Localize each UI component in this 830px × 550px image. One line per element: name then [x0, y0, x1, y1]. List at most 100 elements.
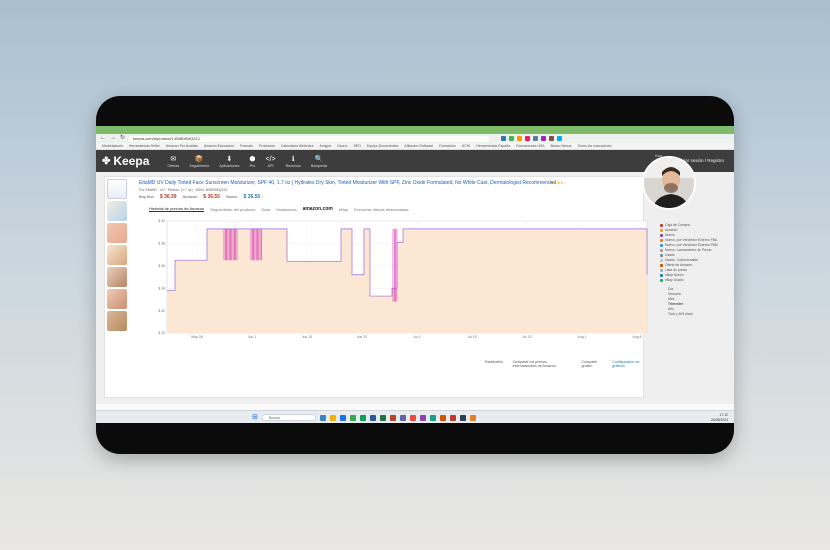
- legend-swatch: [660, 279, 663, 282]
- extension-icon[interactable]: [557, 136, 563, 141]
- taskbar-clock[interactable]: 17:12 26/08/2024: [711, 413, 728, 422]
- keepa-nav-item[interactable]: ⬇ Aplicaciones: [219, 155, 239, 168]
- app-icon[interactable]: [389, 414, 396, 421]
- product-thumbnail[interactable]: [107, 289, 127, 309]
- chart-settings-link[interactable]: Configuración de gráficos: [612, 360, 643, 368]
- bookmark-item[interactable]: Formación: [439, 144, 456, 148]
- extension-icon[interactable]: [525, 136, 531, 141]
- chart-tabs: Historial de precios de Amazon Seguimient…: [149, 206, 408, 212]
- browser-tab-bar[interactable]: [96, 126, 734, 134]
- keepa-nav-item[interactable]: ⬢ Pro: [249, 155, 255, 168]
- product-title[interactable]: EltaMD UV Daily Tinted Face Sunscreen Mo…: [139, 180, 619, 186]
- taskbar-search[interactable]: Buscar: [261, 414, 316, 421]
- keepa-nav-label: Búsqueda: [310, 163, 328, 168]
- keepa-nav-item[interactable]: 📦 Seguimiento: [189, 155, 209, 168]
- bookmark-item[interactable]: Marketplaces: [102, 144, 123, 148]
- app-icon[interactable]: [399, 414, 406, 421]
- legend-swatch: [660, 239, 663, 242]
- bookmark-item[interactable]: Amazon Educacion: [204, 144, 234, 148]
- app-icon[interactable]: [429, 414, 436, 421]
- product-thumbnails: [107, 179, 129, 333]
- forward-icon[interactable]: →: [110, 134, 116, 143]
- screen: ← → ↻ keepa.com/#!product/1-B08DB5Q2ZJ M…: [96, 126, 734, 423]
- legend-swatch: [660, 254, 663, 257]
- share-chart-link[interactable]: Compartir gráfico: [582, 360, 603, 368]
- range-option[interactable]: Todo (-469 días): [660, 312, 732, 317]
- bookmark-item[interactable]: Equipo Documentos: [367, 144, 399, 148]
- extension-icon[interactable]: [509, 136, 515, 141]
- keepa-nav-item[interactable]: </> API: [266, 155, 276, 168]
- bookmark-item[interactable]: Herramientas Seller: [129, 144, 160, 148]
- keepa-nav-item[interactable]: 🔍 Búsqueda: [311, 155, 327, 168]
- app-icon[interactable]: [339, 414, 346, 421]
- app-icon[interactable]: [439, 414, 446, 421]
- product-thumbnail[interactable]: [107, 267, 127, 287]
- app-icon[interactable]: [369, 414, 376, 421]
- url-field[interactable]: keepa.com/#!product/1-B08DB5Q2ZJ: [129, 135, 490, 142]
- bookmark-item[interactable]: Afiliación Software: [404, 144, 433, 148]
- chart-tab[interactable]: Variaciones: [276, 207, 297, 212]
- x-tick-label: Jun 15: [302, 335, 313, 339]
- back-icon[interactable]: ←: [100, 134, 106, 143]
- tracking-icon: 📦: [194, 155, 204, 163]
- app-icon[interactable]: [329, 414, 336, 421]
- new-price-label: Nuevo: [225, 194, 238, 199]
- bookmark-item[interactable]: Productos: [259, 144, 275, 148]
- chart-tab[interactable]: eBay: [339, 207, 348, 212]
- chart-tab[interactable]: amazon.com: [303, 206, 333, 212]
- bookmark-item[interactable]: Formato: [240, 144, 253, 148]
- app-icon[interactable]: [469, 414, 476, 421]
- app-icon[interactable]: [419, 414, 426, 421]
- bookmark-item[interactable]: Herramientas España: [476, 144, 510, 148]
- bookmark-item[interactable]: Amazon Pro Analisis: [166, 144, 198, 148]
- chart-tab[interactable]: Encontrar ofertas relacionadas: [354, 207, 408, 212]
- product-thumbnail[interactable]: [107, 179, 127, 199]
- reload-icon[interactable]: ↻: [120, 134, 125, 143]
- keepa-logo[interactable]: ✤ Keepa: [102, 154, 149, 168]
- product-thumbnail[interactable]: [107, 223, 127, 243]
- deals-icon: ✉: [170, 155, 177, 163]
- chart-tab[interactable]: Data: [262, 207, 270, 212]
- keepa-nav-item[interactable]: ℹ Recursos: [286, 155, 301, 168]
- compare-prices-link[interactable]: Comparar los precios internacionales de …: [513, 360, 572, 368]
- bookmark-item[interactable]: Ozono: [337, 144, 347, 148]
- legend-swatch: [660, 249, 663, 252]
- bookmark-item[interactable]: Banco Nexus: [551, 144, 572, 148]
- api-icon: </>: [265, 155, 276, 163]
- app-icon[interactable]: [409, 414, 416, 421]
- bookmark-item[interactable]: Calendario Webinars: [281, 144, 314, 148]
- app-icon[interactable]: [349, 414, 356, 421]
- amazon-price-label: Amazon: [182, 194, 198, 199]
- app-icon[interactable]: [359, 414, 366, 421]
- bookmark-item[interactable]: Formaciones USA: [516, 144, 544, 148]
- chart-tab[interactable]: Historial de precios de Amazon: [149, 206, 205, 212]
- keepa-nav-label: Pro: [249, 163, 256, 168]
- extension-icon[interactable]: [533, 136, 539, 141]
- extension-icon[interactable]: [549, 136, 555, 141]
- bookmarks-bar: Marketplaces Herramientas Seller Amazon Pr…: [96, 143, 734, 150]
- price-row: Buy Box $ 36.39 Amazon $ 36.55 Nuevo $ 3…: [139, 194, 260, 200]
- clock-date: 26/08/2024: [711, 417, 728, 422]
- bookmark-item[interactable]: Amigos: [319, 144, 331, 148]
- keepa-nav-item[interactable]: ✉ Ofertas: [167, 155, 179, 168]
- extension-icon[interactable]: [501, 136, 507, 141]
- bookmark-item[interactable]: UCHI: [462, 144, 471, 148]
- extension-icon[interactable]: [517, 136, 523, 141]
- extension-icon[interactable]: [541, 136, 547, 141]
- keepa-nav-label: Recursos: [285, 163, 301, 168]
- app-icon[interactable]: [319, 414, 326, 421]
- x-tick-label: Jun 1: [248, 335, 257, 339]
- bookmark-item[interactable]: Todos los marcadores: [577, 144, 611, 148]
- product-thumbnail[interactable]: [107, 201, 127, 221]
- app-icon[interactable]: [459, 414, 466, 421]
- price-history-chart[interactable]: $ 40 $ 38 $ 36 $ 34 $ 32 $ 30 May 26 Jun 1 Jun 1…: [149, 213, 653, 343]
- chart-tab[interactable]: Seguimiento del producto: [210, 207, 255, 212]
- bookmark-item[interactable]: SEO: [353, 144, 360, 148]
- app-icon[interactable]: [379, 414, 386, 421]
- buy-box-label: Buy Box: [139, 194, 154, 199]
- windows-start-icon[interactable]: ⊞: [252, 414, 258, 421]
- app-icon[interactable]: [449, 414, 456, 421]
- product-thumbnail[interactable]: [107, 245, 127, 265]
- statistics-link[interactable]: Estadística: [485, 360, 503, 368]
- product-thumbnail[interactable]: [107, 311, 127, 331]
